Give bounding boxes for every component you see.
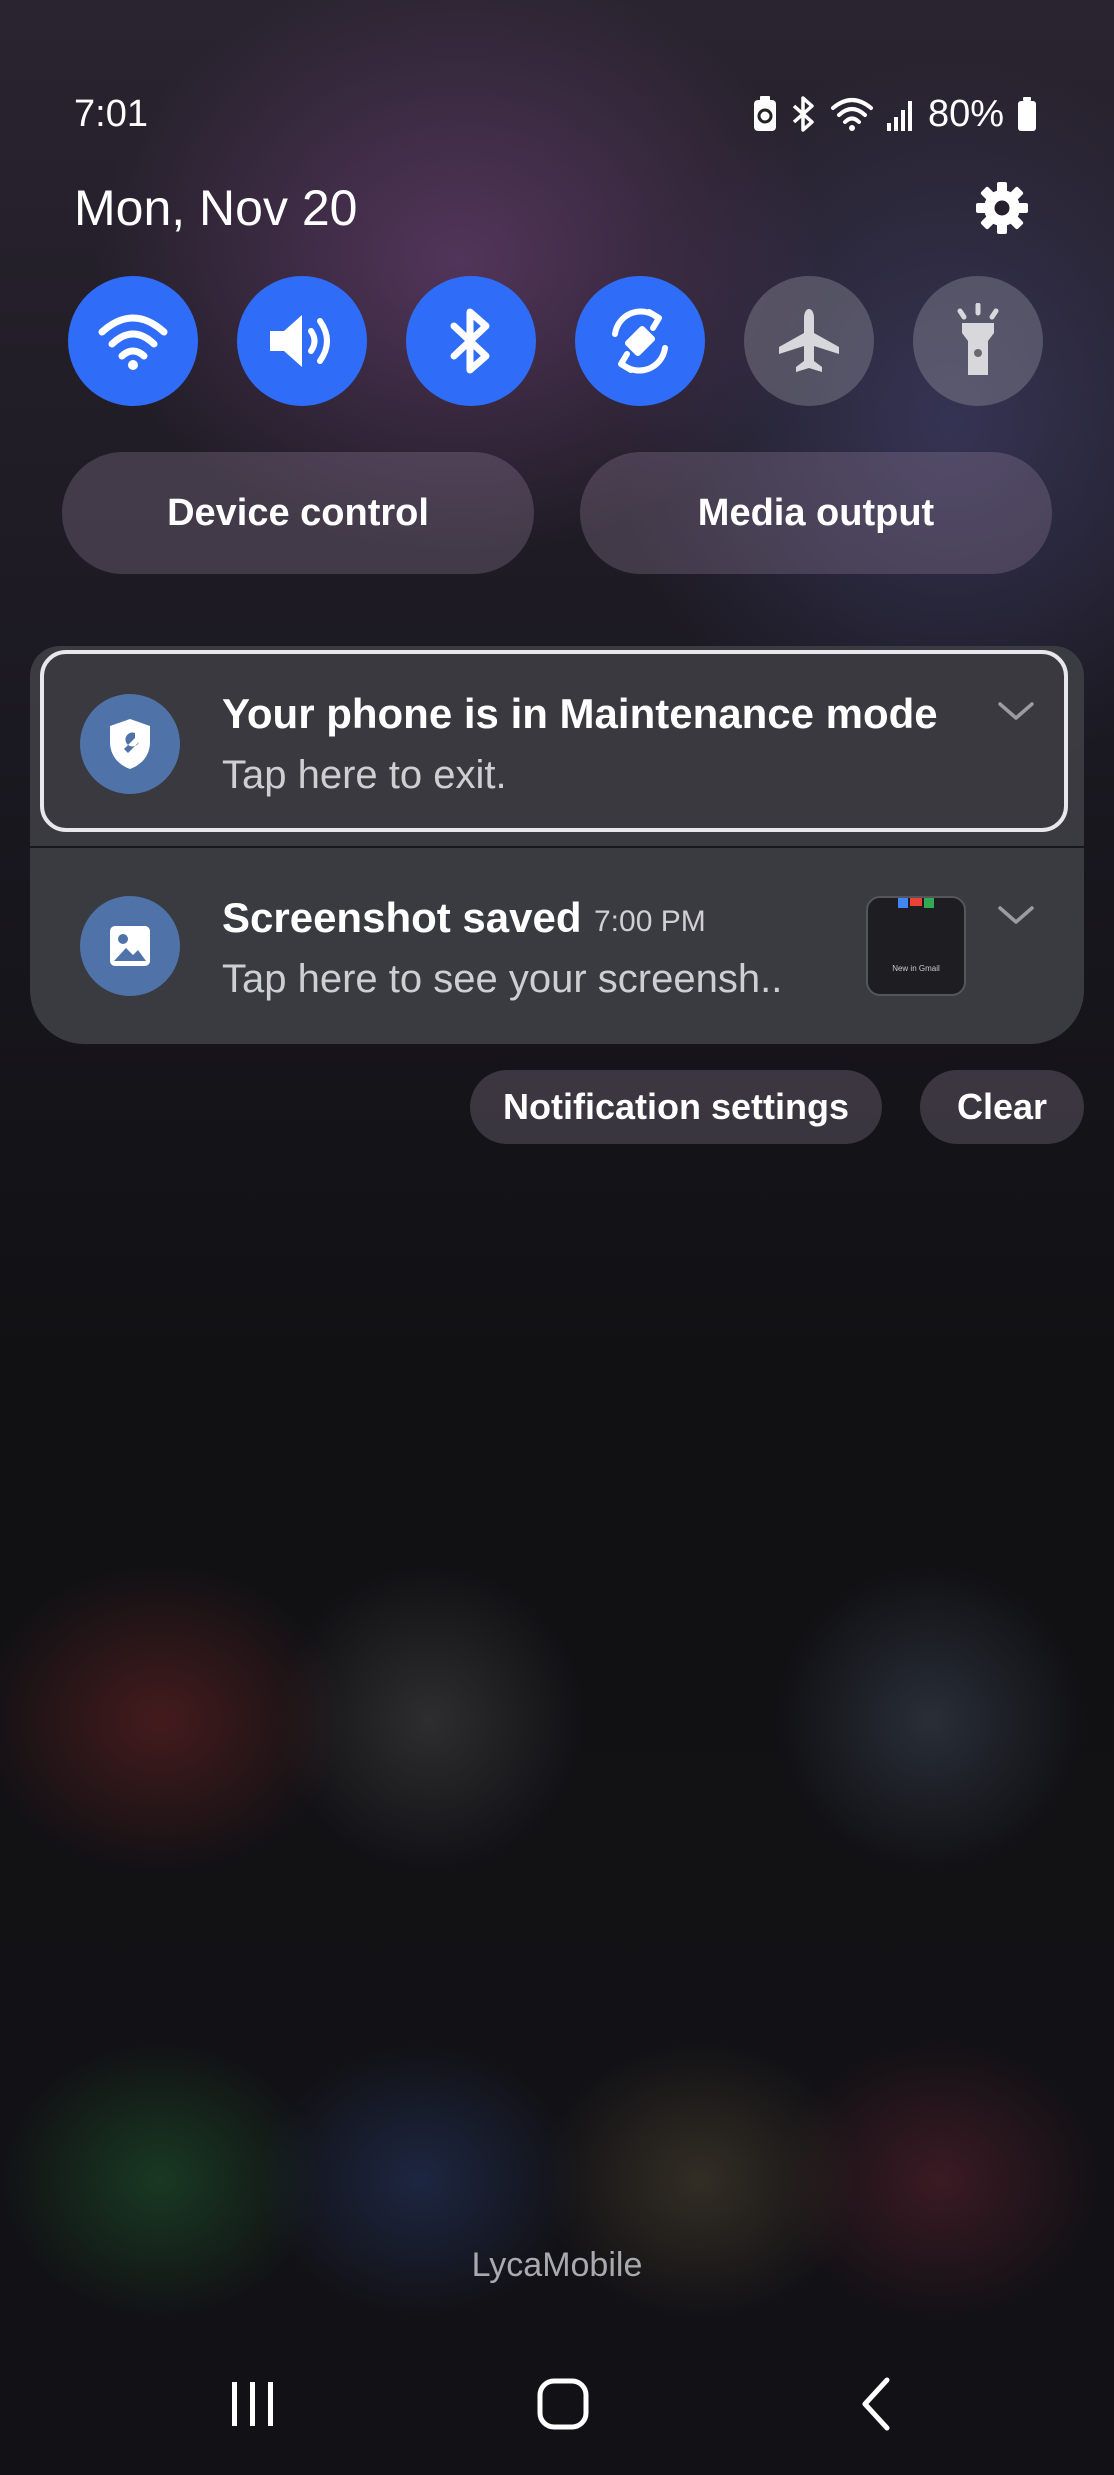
bluetooth-icon	[790, 95, 818, 133]
signal-icon	[886, 95, 916, 133]
status-time: 7:01	[74, 93, 148, 135]
gear-icon	[976, 182, 1028, 234]
clear-label: Clear	[956, 1086, 1048, 1127]
thumbnail-bar-red	[910, 898, 922, 906]
chevron-down-icon	[998, 906, 1034, 924]
auto-rotate-toggle[interactable]	[575, 276, 705, 406]
wifi-toggle[interactable]	[68, 276, 198, 406]
back-button[interactable]	[817, 2360, 937, 2448]
notification-settings-label: Notification settings	[502, 1086, 849, 1127]
volume-icon	[270, 315, 330, 367]
thumbnail-bar-blue	[898, 898, 908, 908]
thumbnail-bar-green	[924, 898, 934, 908]
flashlight-toggle[interactable]	[913, 276, 1043, 406]
battery-percent: 80%	[927, 93, 1004, 135]
notification-time: 7:00 PM	[594, 905, 706, 938]
screenshot-thumbnail[interactable]: New in Gmail	[866, 896, 966, 996]
wifi-icon	[98, 314, 168, 370]
settings-button[interactable]	[970, 176, 1034, 240]
airplane-icon	[779, 309, 839, 372]
back-arrow-icon	[862, 2377, 890, 2431]
expand-chevron-button[interactable]	[994, 690, 1038, 734]
device-control-label: Device control	[167, 491, 429, 534]
media-output-button[interactable]: Media output	[580, 452, 1052, 574]
notification-settings-button[interactable]: Notification settings	[470, 1070, 882, 1144]
device-control-button[interactable]: Device control	[62, 452, 534, 574]
maintenance-shield-icon	[80, 694, 180, 794]
notification-title: Screenshot saved	[222, 894, 582, 941]
notification-title: Your phone is in Maintenance mode	[222, 690, 938, 737]
recent-apps-button[interactable]	[192, 2360, 312, 2448]
wifi-icon	[830, 95, 874, 133]
flashlight-icon	[957, 303, 999, 375]
home-button[interactable]	[503, 2360, 623, 2448]
notification-body: Tap here to exit.	[222, 753, 507, 797]
notification-body: Tap here to see your screensh..	[222, 957, 783, 1001]
image-icon	[80, 896, 180, 996]
airplane-mode-toggle[interactable]	[744, 276, 874, 406]
carrier-label: LycaMobile	[471, 2246, 643, 2284]
bluetooth-icon	[450, 308, 490, 374]
clear-button[interactable]: Clear	[920, 1070, 1084, 1144]
battery-icon	[1016, 95, 1038, 133]
battery-saver-icon	[752, 95, 778, 133]
recent-apps-icon	[232, 2382, 273, 2426]
home-icon	[537, 2378, 589, 2430]
media-output-label: Media output	[697, 491, 935, 534]
quick-toggles	[0, 276, 1114, 408]
expand-chevron-button[interactable]	[994, 894, 1038, 938]
status-icons: 80%	[752, 88, 1038, 140]
auto-rotate-icon	[612, 308, 668, 374]
chevron-down-icon	[998, 702, 1034, 720]
thumbnail-caption: New in Gmail	[892, 964, 940, 973]
date-label: Mon, Nov 20	[74, 180, 358, 236]
sound-toggle[interactable]	[237, 276, 367, 406]
bluetooth-toggle[interactable]	[406, 276, 536, 406]
